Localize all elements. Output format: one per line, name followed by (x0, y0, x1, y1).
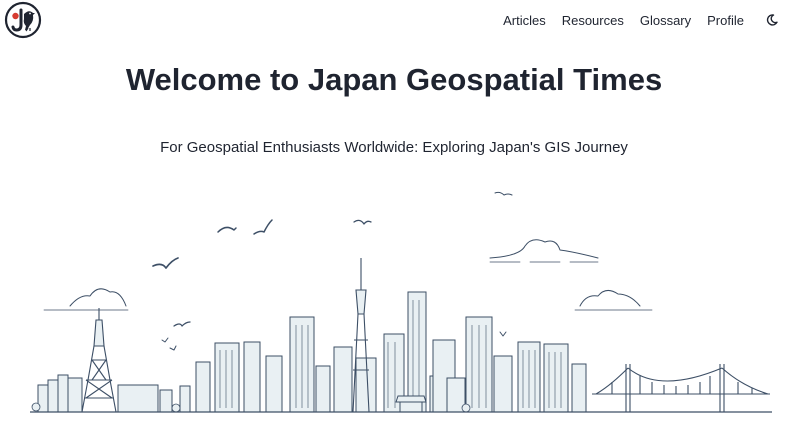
nav-link-resources[interactable]: Resources (562, 13, 624, 28)
main-nav: Articles Resources Glossary Profile (503, 12, 788, 28)
page-title: Welcome to Japan Geospatial Times (125, 62, 663, 97)
nav-link-articles[interactable]: Articles (503, 13, 546, 28)
skyline-icon (30, 191, 772, 413)
nav-link-profile[interactable]: Profile (707, 13, 744, 28)
site-logo[interactable] (4, 1, 42, 39)
theme-toggle-button[interactable] (764, 12, 780, 28)
tokyo-skyline-illustration (0, 180, 788, 430)
bird-logo-icon (4, 1, 42, 39)
moon-icon (766, 14, 778, 26)
top-navigation-bar: Articles Resources Glossary Profile (0, 0, 788, 40)
nav-link-glossary[interactable]: Glossary (640, 13, 691, 28)
page-subtitle: For Geospatial Enthusiasts Worldwide: Ex… (160, 139, 628, 156)
